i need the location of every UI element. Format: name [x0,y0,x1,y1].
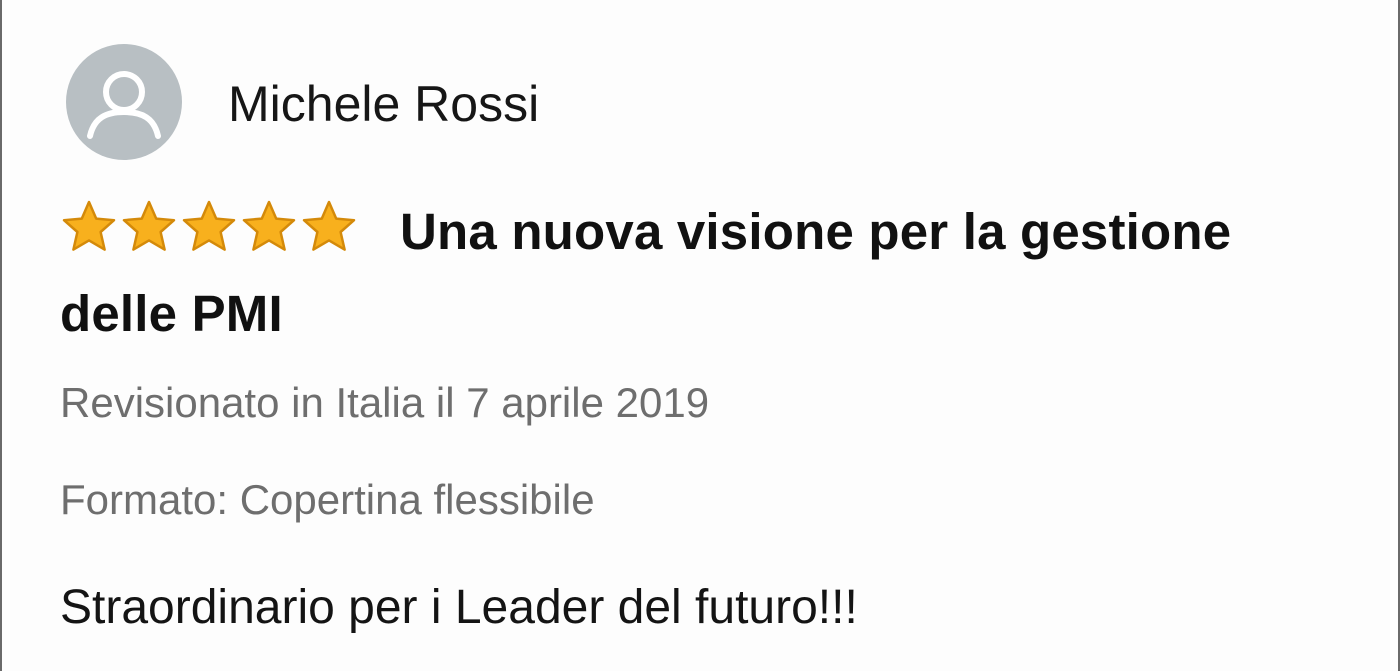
star-filled-icon [60,199,118,255]
reviewer-avatar-icon[interactable] [66,44,182,160]
review-format[interactable]: Formato: Copertina flessibile [60,475,595,525]
star-filled-icon [180,199,238,255]
star-filled-icon [120,199,178,255]
review-body: Straordinario per i Leader del futuro!!! [60,581,858,634]
review-title-block: Una nuova visione per la gestione delle … [60,194,1360,352]
review-card: Michele Rossi Una nuova visione per la g… [0,0,1400,671]
review-date: Revisionato in Italia il 7 aprile 2019 [60,379,710,426]
star-filled-icon [240,199,298,255]
star-rating[interactable] [60,199,360,276]
reviewer-name[interactable]: Michele Rossi [228,74,539,134]
star-filled-icon [300,199,358,255]
